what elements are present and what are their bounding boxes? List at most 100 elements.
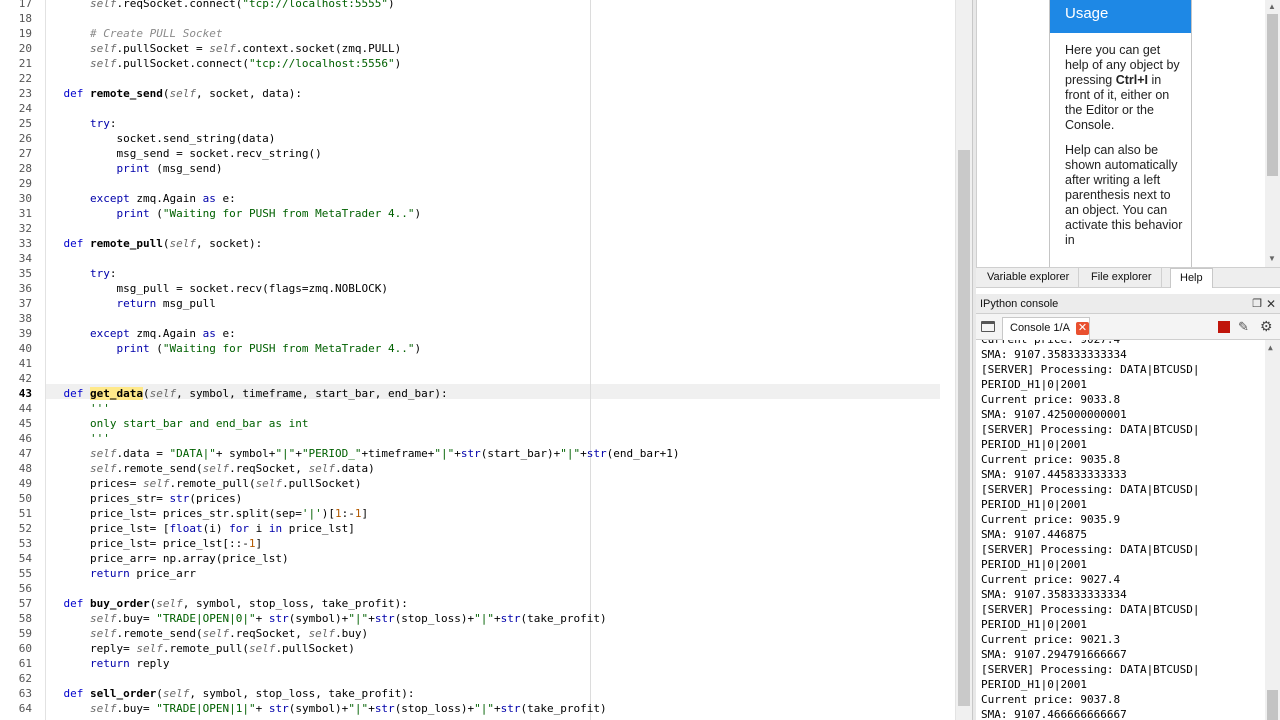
code-line[interactable]: 60 reply= self.remote_pull(self.pullSock… — [0, 641, 955, 656]
code-line[interactable]: 24 — [0, 101, 955, 116]
scroll-down-icon[interactable]: ▼ — [1268, 254, 1276, 263]
code-line[interactable]: 34 — [0, 251, 955, 266]
code-line[interactable]: 20 self.pullSocket = self.context.socket… — [0, 41, 955, 56]
gear-icon[interactable]: ⚙ — [1260, 318, 1273, 335]
code-text[interactable]: def remote_pull(self, socket): — [37, 236, 263, 251]
code-line[interactable]: 41 — [0, 356, 955, 371]
code-text[interactable]: reply= self.remote_pull(self.pullSocket) — [37, 641, 355, 656]
code-text[interactable]: print ("Waiting for PUSH from MetaTrader… — [37, 341, 421, 356]
console-output[interactable]: Current price: 9027.4SMA: 9107.358333333… — [976, 340, 1280, 720]
code-line[interactable]: 33 def remote_pull(self, socket): — [0, 236, 955, 251]
code-line[interactable]: 21 self.pullSocket.connect("tcp://localh… — [0, 56, 955, 71]
code-line[interactable]: 47 self.data = "DATA|"+ symbol+"|"+"PERI… — [0, 446, 955, 461]
folder-icon[interactable] — [981, 321, 995, 332]
code-line[interactable]: 50 prices_str= str(prices) — [0, 491, 955, 506]
code-line[interactable]: 59 self.remote_send(self.reqSocket, self… — [0, 626, 955, 641]
code-text[interactable]: price_lst= [float(i) for i in price_lst] — [37, 521, 355, 536]
code-line[interactable]: 63 def sell_order(self, symbol, stop_los… — [0, 686, 955, 701]
code-text[interactable]: self.remote_send(self.reqSocket, self.bu… — [37, 626, 368, 641]
code-text[interactable]: only start_bar and end_bar as int — [37, 416, 309, 431]
code-editor[interactable]: 17 self.reqSocket.connect("tcp://localho… — [0, 0, 955, 720]
code-text[interactable]: self.pullSocket.connect("tcp://localhost… — [37, 56, 401, 71]
scroll-up-icon[interactable]: ▲ — [1268, 343, 1273, 352]
tab-console-1a[interactable]: Console 1/A ✕ — [1002, 317, 1090, 340]
code-line[interactable]: 54 price_arr= np.array(price_lst) — [0, 551, 955, 566]
code-text[interactable]: # Create PULL Socket — [37, 26, 222, 41]
close-pane-icon[interactable]: ✕ — [1266, 294, 1276, 314]
code-line[interactable]: 31 print ("Waiting for PUSH from MetaTra… — [0, 206, 955, 221]
editor-scrollbar-thumb[interactable] — [958, 150, 970, 706]
code-text[interactable]: return reply — [37, 656, 170, 671]
console-scrollbar-thumb[interactable] — [1267, 690, 1278, 720]
code-text[interactable]: self.buy= "TRADE|OPEN|0|"+ str(symbol)+"… — [37, 611, 607, 626]
code-line[interactable]: 58 self.buy= "TRADE|OPEN|0|"+ str(symbol… — [0, 611, 955, 626]
code-line[interactable]: 28 print (msg_send) — [0, 161, 955, 176]
code-line[interactable]: 32 — [0, 221, 955, 236]
code-text[interactable]: def buy_order(self, symbol, stop_loss, t… — [37, 596, 408, 611]
code-text[interactable]: prices= self.remote_pull(self.pullSocket… — [37, 476, 362, 491]
help-scrollbar-thumb[interactable] — [1267, 14, 1278, 176]
eraser-icon[interactable]: ✎ — [1238, 319, 1249, 335]
code-text[interactable]: ''' — [37, 401, 110, 416]
code-text[interactable]: return msg_pull — [37, 296, 215, 311]
code-text[interactable]: price_lst= prices_str.split(sep='|')[1:-… — [37, 506, 368, 521]
code-text[interactable]: self.data = "DATA|"+ symbol+"|"+"PERIOD_… — [37, 446, 680, 461]
code-text[interactable]: return price_arr — [37, 566, 196, 581]
code-line[interactable]: 55 return price_arr — [0, 566, 955, 581]
code-line[interactable]: 51 price_lst= prices_str.split(sep='|')[… — [0, 506, 955, 521]
code-line[interactable]: 45 only start_bar and end_bar as int — [0, 416, 955, 431]
code-text[interactable]: price_lst= price_lst[::-1] — [37, 536, 262, 551]
stop-icon[interactable] — [1218, 321, 1230, 333]
editor-scrollbar[interactable] — [955, 0, 972, 720]
code-text[interactable]: msg_send = socket.recv_string() — [37, 146, 321, 161]
code-line[interactable]: 29 — [0, 176, 955, 191]
code-line[interactable]: 35 try: — [0, 266, 955, 281]
code-line[interactable]: 44 ''' — [0, 401, 955, 416]
code-line[interactable]: 64 self.buy= "TRADE|OPEN|1|"+ str(symbol… — [0, 701, 955, 716]
code-text[interactable]: prices_str= str(prices) — [37, 491, 242, 506]
code-line[interactable]: 37 return msg_pull — [0, 296, 955, 311]
code-line[interactable]: 26 socket.send_string(data) — [0, 131, 955, 146]
code-line[interactable]: 30 except zmq.Again as e: — [0, 191, 955, 206]
code-line[interactable]: 56 — [0, 581, 955, 596]
code-text[interactable]: self.remote_send(self.reqSocket, self.da… — [37, 461, 375, 476]
code-line[interactable]: 48 self.remote_send(self.reqSocket, self… — [0, 461, 955, 476]
code-line[interactable]: 49 prices= self.remote_pull(self.pullSoc… — [0, 476, 955, 491]
scroll-up-icon[interactable]: ▲ — [1268, 2, 1276, 11]
tab-variable-explorer[interactable]: Variable explorer — [978, 268, 1080, 288]
tab-file-explorer[interactable]: File explorer — [1082, 268, 1162, 288]
code-line[interactable]: 46 ''' — [0, 431, 955, 446]
code-text[interactable]: print ("Waiting for PUSH from MetaTrader… — [37, 206, 421, 221]
code-text[interactable]: price_arr= np.array(price_lst) — [37, 551, 289, 566]
code-line[interactable]: 53 price_lst= price_lst[::-1] — [0, 536, 955, 551]
code-text[interactable]: def get_data(self, symbol, timeframe, st… — [37, 386, 448, 401]
code-text[interactable]: except zmq.Again as e: — [37, 191, 236, 206]
code-text[interactable]: try: — [37, 266, 117, 281]
code-line[interactable]: 25 try: — [0, 116, 955, 131]
undock-icon[interactable]: ❐ — [1252, 294, 1262, 314]
help-scrollbar[interactable]: ▲ ▼ — [1265, 0, 1280, 267]
code-line[interactable]: 42 — [0, 371, 955, 386]
code-line[interactable]: 57 def buy_order(self, symbol, stop_loss… — [0, 596, 955, 611]
code-text[interactable]: except zmq.Again as e: — [37, 326, 236, 341]
code-line[interactable]: 23 def remote_send(self, socket, data): — [0, 86, 955, 101]
code-line[interactable]: 27 msg_send = socket.recv_string() — [0, 146, 955, 161]
code-line[interactable]: 38 — [0, 311, 955, 326]
code-text[interactable]: socket.send_string(data) — [37, 131, 275, 146]
code-line[interactable]: 17 self.reqSocket.connect("tcp://localho… — [0, 0, 955, 11]
code-line[interactable]: 36 msg_pull = socket.recv(flags=zmq.NOBL… — [0, 281, 955, 296]
code-line[interactable]: 52 price_lst= [float(i) for i in price_l… — [0, 521, 955, 536]
code-line[interactable]: 62 — [0, 671, 955, 686]
code-text[interactable]: print (msg_send) — [37, 161, 222, 176]
code-line[interactable]: 61 return reply — [0, 656, 955, 671]
code-line[interactable]: 40 print ("Waiting for PUSH from MetaTra… — [0, 341, 955, 356]
code-text[interactable]: def sell_order(self, symbol, stop_loss, … — [37, 686, 415, 701]
console-scrollbar[interactable]: ▲ — [1265, 340, 1280, 720]
code-line[interactable]: 19 # Create PULL Socket — [0, 26, 955, 41]
code-text[interactable]: self.reqSocket.connect("tcp://localhost:… — [37, 0, 395, 11]
code-line[interactable]: 22 — [0, 71, 955, 86]
code-text[interactable]: msg_pull = socket.recv(flags=zmq.NOBLOCK… — [37, 281, 388, 296]
code-text[interactable]: try: — [37, 116, 117, 131]
code-line[interactable]: 39 except zmq.Again as e: — [0, 326, 955, 341]
code-text[interactable]: self.buy= "TRADE|OPEN|1|"+ str(symbol)+"… — [37, 701, 607, 716]
